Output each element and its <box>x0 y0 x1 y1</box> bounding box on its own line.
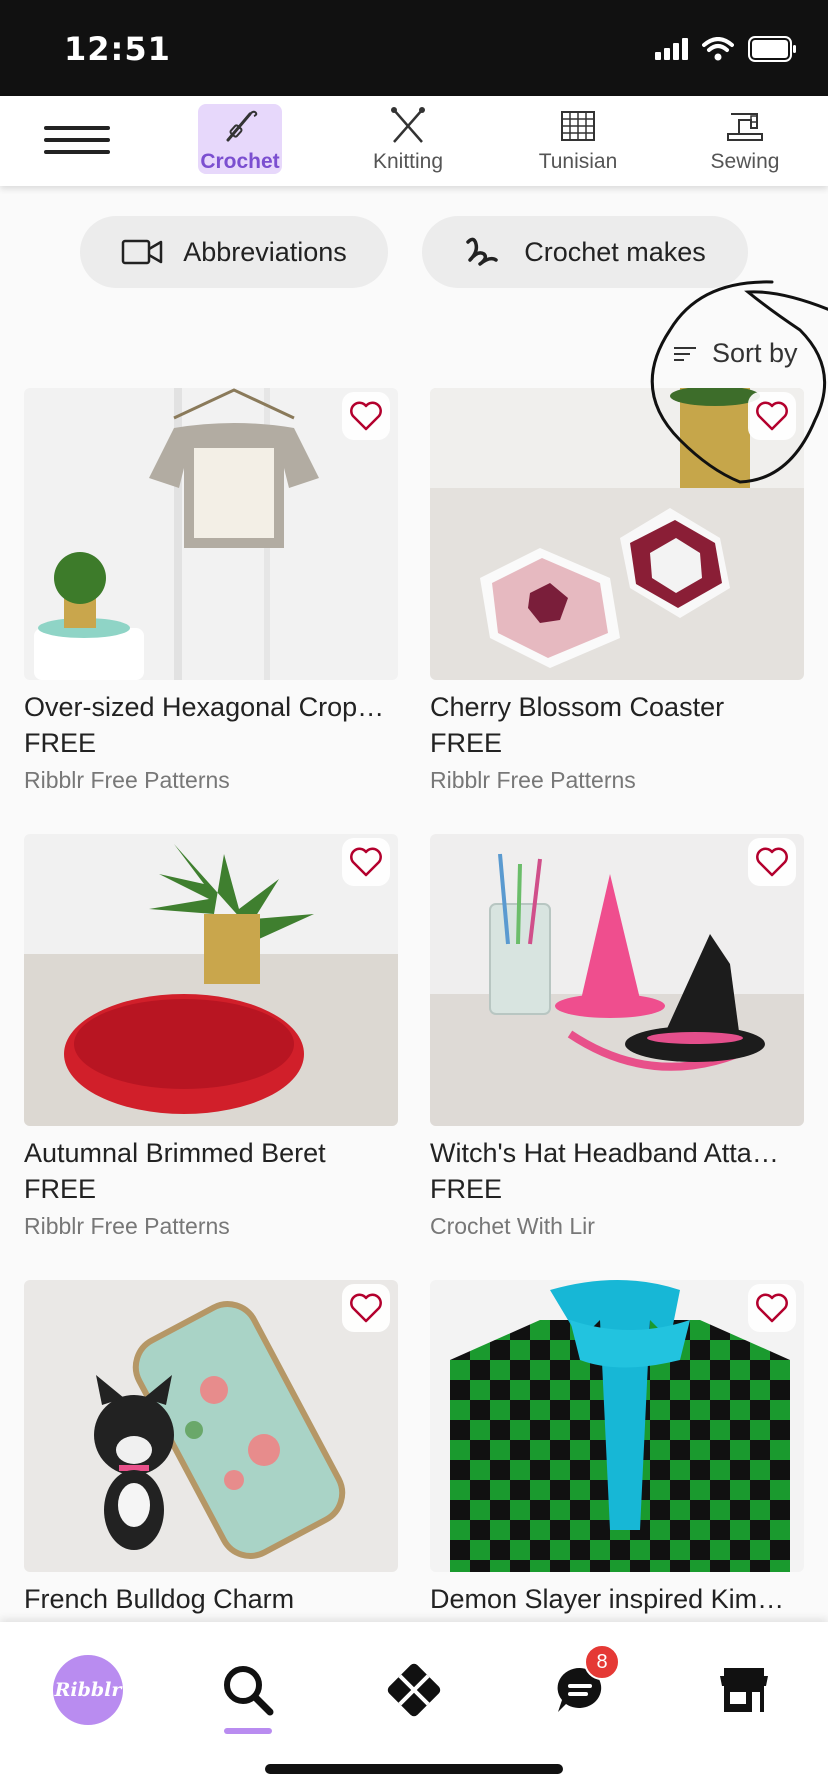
squiggle-icon <box>466 237 498 266</box>
knitting-needles-icon <box>391 107 425 143</box>
product-card[interactable]: French Bulldog Charm <box>24 1280 398 1616</box>
favorite-button[interactable] <box>748 392 796 440</box>
product-card[interactable]: Witch's Hat Headband Atta… FREE Crochet … <box>430 834 804 1244</box>
crochet-hook-icon <box>226 110 258 142</box>
product-image[interactable] <box>430 834 804 1126</box>
cellular-signal-icon <box>655 38 688 60</box>
shop-icon <box>720 1668 768 1712</box>
heart-icon <box>756 847 788 877</box>
product-card[interactable]: Over-sized Hexagonal Crop… FREE Ribblr F… <box>24 388 398 798</box>
sort-icon <box>674 346 696 361</box>
video-camera-icon <box>121 239 163 265</box>
tab-sewing-label: Sewing <box>710 150 780 173</box>
product-price: FREE <box>430 728 503 758</box>
product-card[interactable]: Autumnal Brimmed Beret FREE Ribblr Free … <box>24 834 398 1244</box>
sewing-machine-icon <box>727 113 763 141</box>
tab-tunisian-label: Tunisian <box>538 150 618 173</box>
tab-tunisian[interactable]: Tunisian <box>523 104 633 180</box>
product-image[interactable] <box>24 834 398 1126</box>
tab-sewing[interactable]: Sewing <box>690 104 800 180</box>
product-card[interactable]: Demon Slayer inspired Kim… <box>430 1280 804 1616</box>
home-indicator[interactable] <box>265 1764 563 1774</box>
favorite-button[interactable] <box>342 1284 390 1332</box>
status-bar: 12:51 <box>0 0 828 96</box>
favorite-button[interactable] <box>342 392 390 440</box>
search-nav-button[interactable] <box>208 1650 288 1730</box>
product-image[interactable] <box>24 388 398 680</box>
product-author[interactable]: Ribblr Free Patterns <box>24 1208 398 1244</box>
heart-icon <box>756 401 788 431</box>
status-time: 12:51 <box>64 30 171 68</box>
battery-icon <box>748 36 796 62</box>
product-title[interactable]: Over-sized Hexagonal Crop… <box>24 690 398 724</box>
tab-crochet-label: Crochet <box>200 150 280 173</box>
product-author[interactable]: Ribblr Free Patterns <box>24 762 398 798</box>
product-author[interactable]: Ribblr Free Patterns <box>430 762 804 798</box>
crochet-makes-button[interactable]: Crochet makes <box>422 216 748 288</box>
heart-icon <box>350 1293 382 1323</box>
shop-nav-button[interactable] <box>704 1650 784 1730</box>
sort-label: Sort by <box>712 338 798 368</box>
tab-knitting[interactable]: Knitting <box>353 104 463 180</box>
messages-nav-button[interactable]: 8 <box>540 1644 620 1730</box>
heart-icon <box>756 1293 788 1323</box>
abbreviations-label: Abbreviations <box>183 236 347 267</box>
menu-icon[interactable] <box>44 126 110 154</box>
favorite-button[interactable] <box>748 838 796 886</box>
product-title[interactable]: Cherry Blossom Coaster <box>430 690 804 724</box>
product-image[interactable] <box>430 1280 804 1572</box>
product-title[interactable]: Demon Slayer inspired Kim… <box>430 1582 804 1616</box>
product-price: FREE <box>24 1174 97 1204</box>
crochet-makes-label: Crochet makes <box>524 236 706 267</box>
sort-button[interactable]: Sort by <box>674 338 798 369</box>
product-image[interactable] <box>24 1280 398 1572</box>
product-image[interactable] <box>430 388 804 680</box>
favorite-button[interactable] <box>342 838 390 886</box>
messages-badge: 8 <box>584 1644 620 1680</box>
product-author[interactable]: Crochet With Lir <box>430 1208 804 1244</box>
favorite-button[interactable] <box>748 1284 796 1332</box>
ribblr-logo: Ribblr <box>53 1655 123 1725</box>
status-icons <box>655 36 798 62</box>
heart-icon <box>350 401 382 431</box>
patterns-nav-button[interactable] <box>374 1650 454 1730</box>
tunisian-grid-icon <box>561 111 595 141</box>
active-tab-indicator <box>224 1728 272 1734</box>
heart-icon <box>350 847 382 877</box>
ribblr-home-button[interactable]: Ribblr <box>48 1650 128 1730</box>
product-price: FREE <box>430 1174 503 1204</box>
search-icon <box>224 1666 274 1716</box>
wifi-icon <box>702 37 734 61</box>
product-card[interactable]: Cherry Blossom Coaster FREE Ribblr Free … <box>430 388 804 798</box>
tab-crochet[interactable]: Crochet <box>198 104 282 174</box>
product-price: FREE <box>24 728 97 758</box>
product-title[interactable]: Witch's Hat Headband Atta… <box>430 1136 804 1170</box>
abbreviations-button[interactable]: Abbreviations <box>80 216 388 288</box>
category-nav: Crochet Knitting Tunisian Sewing <box>0 96 828 186</box>
product-title[interactable]: Autumnal Brimmed Beret <box>24 1136 398 1170</box>
patterns-icon <box>387 1663 441 1717</box>
tab-knitting-label: Knitting <box>372 150 444 173</box>
product-title[interactable]: French Bulldog Charm <box>24 1582 398 1616</box>
